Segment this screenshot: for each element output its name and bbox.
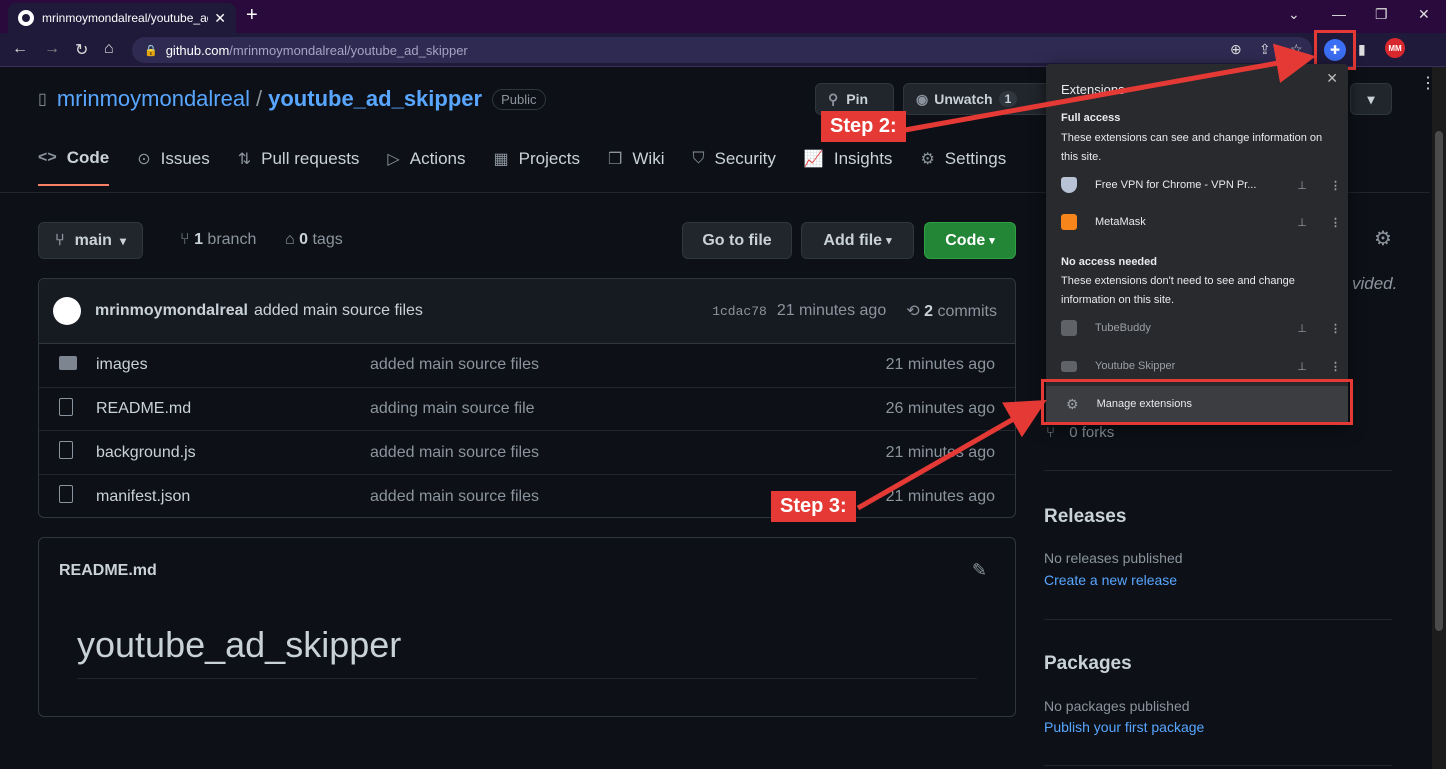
step3-arrow [856,400,1047,511]
step2-label: Step 2: [821,111,906,142]
annotation-arrows [856,43,1316,511]
step2-arrow [904,43,1316,133]
step3-label: Step 3: [771,491,856,522]
